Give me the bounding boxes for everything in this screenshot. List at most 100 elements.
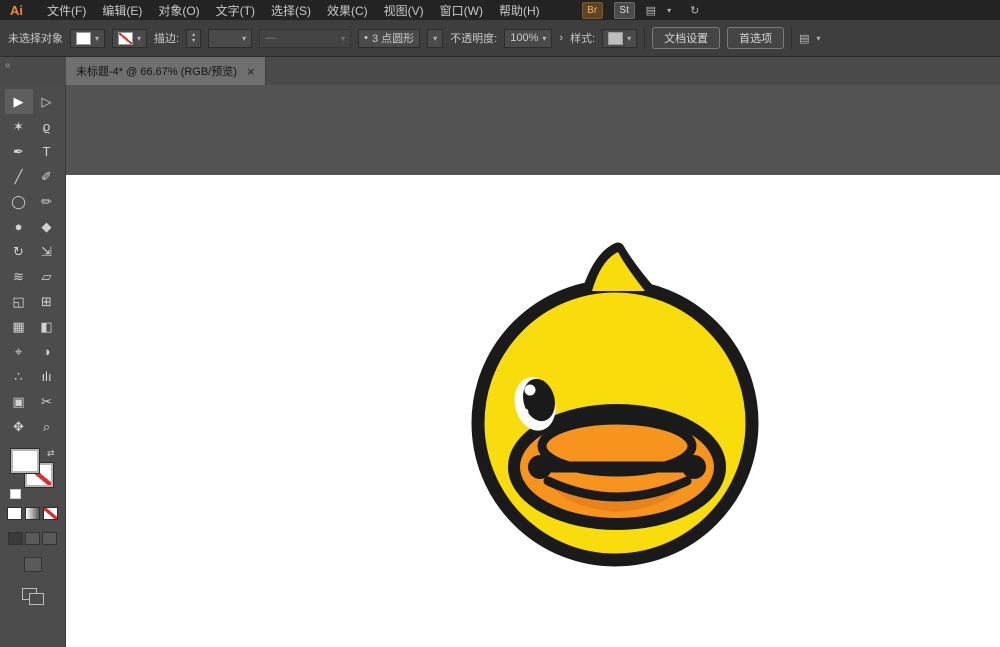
pen-tool[interactable]: ✒ (5, 139, 33, 164)
type-tool[interactable]: T (33, 139, 61, 164)
stroke-weight-label: 描边: (154, 30, 179, 46)
draw-normal-button[interactable] (8, 532, 23, 545)
blend-tool[interactable]: ◑ (33, 339, 61, 364)
menu-items: 文件(F)编辑(E)对象(O)文字(T)选择(S)效果(C)视图(V)窗口(W)… (39, 2, 548, 19)
selection-status-label: 未选择对象 (8, 30, 63, 46)
default-fill-stroke-icon[interactable] (10, 489, 21, 499)
tools-panel: ▶▷✶ϱ✒T╱✐◯✏●◆↻⇲≋▱◱⊞▦◧⌖◑∴ılı▣✂✥⌕ ⇄ (0, 85, 66, 647)
opacity-value: 100% (510, 32, 538, 44)
free-transform-tool[interactable]: ▱ (33, 264, 61, 289)
workspace-chevron-icon[interactable]: ▾ (667, 6, 671, 15)
hand-tool[interactable]: ✥ (5, 414, 33, 439)
eyedropper-tool[interactable]: ⌖ (5, 339, 33, 364)
canvas-area[interactable] (66, 85, 1000, 647)
zoom-tool[interactable]: ⌕ (33, 414, 61, 439)
perspective-grid-tool[interactable]: ⊞ (33, 289, 61, 314)
toolbar-tools: ▶▷✶ϱ✒T╱✐◯✏●◆↻⇲≋▱◱⊞▦◧⌖◑∴ılı▣✂✥⌕ (5, 89, 61, 439)
controlbar-separator-2 (791, 27, 792, 49)
panel-dock-icon[interactable]: ▤ (799, 32, 809, 45)
bridge-button[interactable]: Br (582, 2, 603, 19)
document-tab-bar: « 未标题-4* @ 66.67% (RGB/预览) × (0, 57, 1000, 85)
brush-definition-chevron[interactable]: ▾ (427, 29, 443, 48)
fill-chevron-icon: ▾ (95, 34, 99, 43)
blob-brush-tool[interactable]: ● (5, 214, 33, 239)
slice-tool[interactable]: ✂ (33, 389, 61, 414)
style-chevron-icon: ▾ (627, 34, 631, 43)
document-setup-button[interactable]: 文档设置 (652, 27, 720, 49)
stepper-arrows-icon: ▴▾ (192, 32, 195, 44)
swap-fill-stroke-icon[interactable]: ⇄ (47, 448, 55, 459)
stroke-weight-dropdown[interactable]: ▾ (208, 29, 252, 48)
direct-selection-tool[interactable]: ▷ (33, 89, 61, 114)
stroke-color-dropdown[interactable]: ▾ (112, 29, 147, 48)
style-dropdown[interactable]: ▾ (602, 29, 637, 48)
symbol-sprayer-tool[interactable]: ∴ (5, 364, 33, 389)
brush-chevron-icon: ▾ (433, 34, 437, 43)
preferences-button[interactable]: 首选项 (727, 27, 784, 49)
menu-effect[interactable]: 效果(C) (319, 2, 376, 19)
fill-stroke-indicator: ⇄ (11, 449, 55, 495)
scale-tool[interactable]: ⇲ (33, 239, 61, 264)
illustrator-window: Ai 文件(F)编辑(E)对象(O)文字(T)选择(S)效果(C)视图(V)窗口… (0, 0, 1000, 647)
menu-object[interactable]: 对象(O) (150, 2, 207, 19)
pencil-tool[interactable]: ✏ (33, 189, 61, 214)
stock-button[interactable]: St (614, 2, 635, 19)
duck-eye-highlight-small (522, 409, 529, 416)
width-profile-value: — (265, 32, 276, 44)
brush-definition-dropdown[interactable]: • 3 点圆形 (358, 29, 420, 48)
toolbar-collapse-icon[interactable]: « (5, 60, 11, 71)
displays-icon (22, 588, 44, 604)
width-tool[interactable]: ≋ (5, 264, 33, 289)
fill-color-swatch (76, 32, 91, 45)
controlbar-separator (644, 27, 645, 49)
ellipse-tool[interactable]: ◯ (5, 189, 33, 214)
lasso-tool[interactable]: ϱ (33, 114, 61, 139)
tab-close-icon[interactable]: × (247, 64, 255, 79)
style-label: 样式: (570, 30, 595, 46)
width-profile-dropdown[interactable]: — ▾ (259, 29, 351, 48)
none-mode-button[interactable] (43, 507, 58, 520)
opacity-flyout-icon[interactable]: › (559, 32, 563, 44)
selection-tool[interactable]: ▶ (5, 89, 33, 114)
draw-inside-button[interactable] (42, 532, 57, 545)
menu-help[interactable]: 帮助(H) (491, 2, 548, 19)
artboard-tool[interactable]: ▣ (5, 389, 33, 414)
menu-view[interactable]: 视图(V) (376, 2, 432, 19)
drawing-mode-row (8, 532, 57, 545)
fill-color-dropdown[interactable]: ▾ (70, 29, 105, 48)
menu-bar: Ai 文件(F)编辑(E)对象(O)文字(T)选择(S)效果(C)视图(V)窗口… (0, 0, 1000, 20)
menu-edit[interactable]: 编辑(E) (94, 2, 150, 19)
gradient-tool[interactable]: ◧ (33, 314, 61, 339)
sync-icon[interactable]: ↻ (690, 4, 699, 17)
paint-mode-row (7, 507, 58, 520)
eraser-tool[interactable]: ◆ (33, 214, 61, 239)
column-graph-tool[interactable]: ılı (33, 364, 61, 389)
screen-mode-button[interactable] (24, 557, 42, 572)
menu-select[interactable]: 选择(S) (263, 2, 319, 19)
line-segment-tool[interactable]: ╱ (5, 164, 33, 189)
fill-indicator-swatch[interactable] (11, 449, 39, 473)
menu-file[interactable]: 文件(F) (39, 2, 94, 19)
opacity-label: 不透明度: (450, 30, 497, 46)
rotate-tool[interactable]: ↻ (5, 239, 33, 264)
color-mode-button[interactable] (7, 507, 22, 520)
shape-builder-tool[interactable]: ◱ (5, 289, 33, 314)
mesh-tool[interactable]: ▦ (5, 314, 33, 339)
gradient-mode-button[interactable] (25, 507, 40, 520)
paintbrush-tool[interactable]: ✐ (33, 164, 61, 189)
menu-type[interactable]: 文字(T) (208, 2, 263, 19)
duck-eye-highlight (525, 385, 536, 396)
stroke-chevron-icon: ▾ (137, 34, 141, 43)
duck-artwork[interactable] (66, 85, 1000, 647)
stroke-weight-stepper[interactable]: ▴▾ (186, 29, 201, 48)
opacity-dropdown[interactable]: 100% ▾ (504, 29, 552, 48)
magic-wand-tool[interactable]: ✶ (5, 114, 33, 139)
menu-window[interactable]: 窗口(W) (432, 2, 491, 19)
menubar-right-cluster: Br St ▤ ▾ ↻ (582, 2, 700, 19)
duck-mouth-dot-right[interactable] (682, 455, 706, 479)
document-tab[interactable]: 未标题-4* @ 66.67% (RGB/预览) × (66, 57, 266, 85)
panel-dock-chevron-icon[interactable]: ▾ (817, 34, 821, 43)
workspace-icon[interactable]: ▤ (646, 4, 656, 17)
draw-behind-button[interactable] (25, 532, 40, 545)
duck-mouth-dot-left[interactable] (528, 455, 552, 479)
